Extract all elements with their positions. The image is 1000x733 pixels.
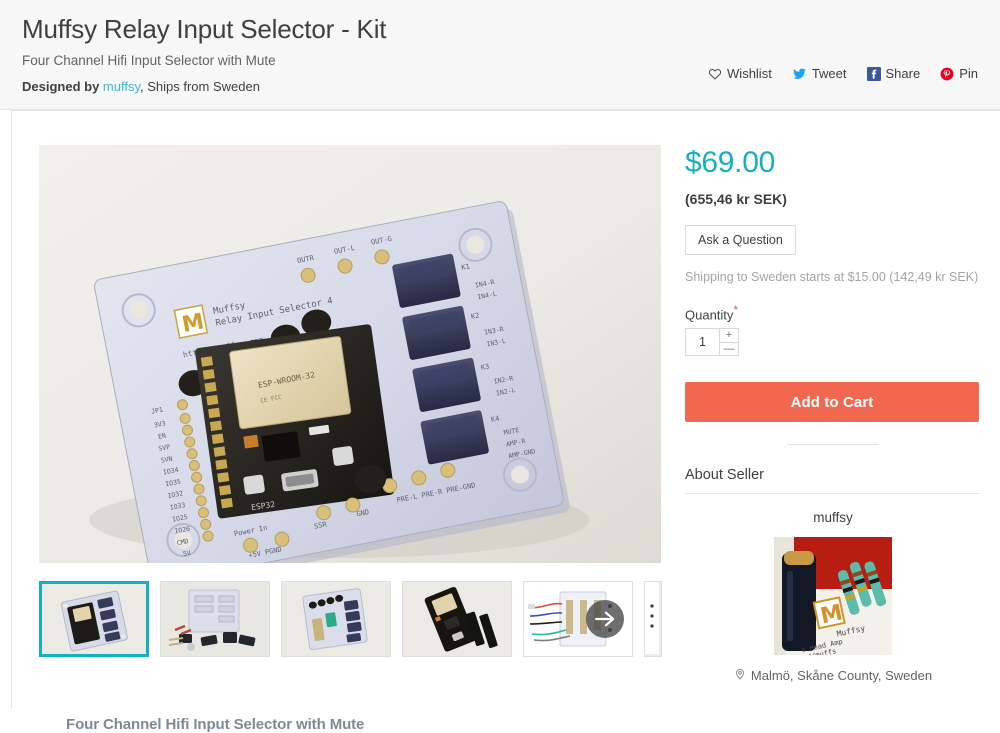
purchase-panel: $69.00 (655,46 kr SEK) Ask a Question Sh…: [685, 145, 981, 684]
quantity-increment-button[interactable]: +: [720, 329, 738, 343]
facebook-share-label: Share: [885, 66, 921, 81]
svg-text:K1: K1: [461, 262, 471, 271]
quantity-decrement-button[interactable]: —: [720, 343, 738, 356]
gallery-next-button[interactable]: [586, 600, 624, 638]
svg-text:K3: K3: [480, 363, 490, 372]
twitter-icon: [792, 67, 807, 81]
seller-location-text: Malmö, Skåne County, Sweden: [750, 668, 933, 684]
required-asterisk: *: [733, 303, 739, 317]
tweet-button[interactable]: Tweet: [792, 66, 847, 82]
social-share-row: Wishlist Tweet Share Pin: [708, 66, 978, 82]
quantity-label-text: Quantity: [685, 307, 734, 323]
thumbnail-1[interactable]: [39, 581, 149, 657]
product-gallery: M Muffsy Relay Input Selector 4 http://m…: [39, 145, 661, 733]
seller-avatar[interactable]: M Muffsy s Head Amp c://muffs: [774, 537, 892, 656]
designed-by-label: Designed by: [22, 79, 100, 94]
product-content-card: M Muffsy Relay Input Selector 4 http://m…: [11, 110, 1000, 733]
facebook-share-button[interactable]: Share: [866, 66, 921, 82]
svg-text:M: M: [180, 309, 206, 338]
add-to-cart-button[interactable]: Add to Cart: [685, 382, 979, 423]
tweet-label: Tweet: [811, 66, 847, 81]
main-product-image[interactable]: M Muffsy Relay Input Selector 4 http://m…: [39, 145, 661, 563]
product-price: $69.00: [685, 146, 775, 179]
quantity-stepper-buttons: + —: [719, 329, 738, 356]
seller-location: Malmö, Skåne County, Sweden: [685, 667, 981, 684]
svg-text:EN: EN: [157, 431, 166, 440]
ships-from-text: , Ships from Sweden: [140, 79, 260, 94]
thumbnail-3[interactable]: [281, 581, 391, 657]
quantity-label: Quantity*: [685, 303, 981, 322]
svg-text:K4: K4: [490, 415, 500, 424]
designer-link[interactable]: muffsy: [103, 79, 140, 94]
thumbnail-4[interactable]: [402, 581, 512, 657]
thumbnail-5[interactable]: [523, 581, 633, 657]
pin-label: Pin: [959, 66, 978, 81]
thumbnail-2[interactable]: [160, 581, 270, 657]
wishlist-label: Wishlist: [727, 66, 772, 81]
ask-a-question-button[interactable]: Ask a Question: [685, 225, 796, 255]
pinterest-icon: [940, 67, 954, 81]
heart-icon: [708, 67, 722, 81]
map-pin-icon: [734, 667, 746, 684]
arrow-right-icon: [594, 610, 616, 628]
section-divider: [787, 444, 879, 446]
quantity-input[interactable]: [686, 329, 719, 356]
facebook-icon: [866, 67, 881, 81]
product-price-local: (655,46 kr SEK): [685, 191, 787, 207]
wishlist-button[interactable]: Wishlist: [708, 66, 772, 82]
svg-text:5V: 5V: [182, 549, 191, 558]
page-title: Muffsy Relay Input Selector - Kit: [22, 14, 387, 44]
thumbnail-6-partial[interactable]: [644, 581, 662, 657]
about-seller-heading: About Seller: [685, 467, 981, 495]
seller-block: muffsy M Muffsy s Head Amp Malmö, Skåne …: [685, 510, 981, 684]
quantity-stepper[interactable]: + —: [685, 328, 739, 357]
page-header: Muffsy Relay Input Selector - Kit Four C…: [0, 0, 1000, 110]
seller-name[interactable]: muffsy: [685, 510, 981, 525]
thumbnail-strip[interactable]: [39, 581, 671, 659]
svg-text:K2: K2: [470, 311, 480, 320]
gallery-caption: Four Channel Hifi Input Selector with Mu…: [66, 716, 365, 733]
pin-button[interactable]: Pin: [940, 66, 978, 82]
shipping-note: Shipping to Sweden starts at $15.00 (142…: [685, 270, 979, 284]
